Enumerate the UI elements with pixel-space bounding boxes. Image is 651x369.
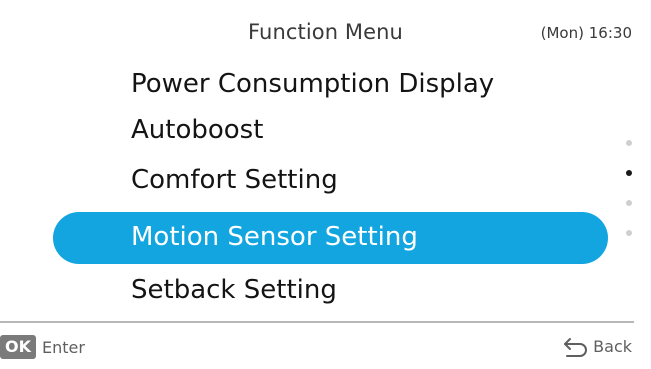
page-indicator	[624, 138, 634, 248]
page-dot	[626, 140, 632, 146]
back-arrow-icon	[564, 338, 588, 357]
page-dot	[626, 200, 632, 206]
page-dot-active	[626, 170, 632, 176]
enter-hint[interactable]: OK Enter	[0, 335, 85, 359]
menu-item-motion-sensor-setting[interactable]: Motion Sensor Setting	[53, 212, 608, 264]
ok-key-badge: OK	[0, 335, 36, 359]
page-dot	[626, 230, 632, 236]
back-button[interactable]: Back	[563, 335, 632, 357]
menu-item-power-consumption-display[interactable]: Power Consumption Display	[131, 64, 494, 104]
enter-label: Enter	[42, 337, 85, 357]
menu-item-setback-setting[interactable]: Setback Setting	[131, 270, 337, 310]
footer-divider	[0, 321, 634, 323]
back-label: Back	[593, 336, 632, 356]
menu-item-autoboost[interactable]: Autoboost	[131, 110, 263, 150]
function-menu-screen: Function Menu (Mon) 16:30 Power Consumpt…	[0, 0, 651, 369]
menu-item-comfort-setting[interactable]: Comfort Setting	[131, 160, 338, 200]
function-menu-list: Power Consumption Display Autoboost Comf…	[0, 0, 651, 320]
